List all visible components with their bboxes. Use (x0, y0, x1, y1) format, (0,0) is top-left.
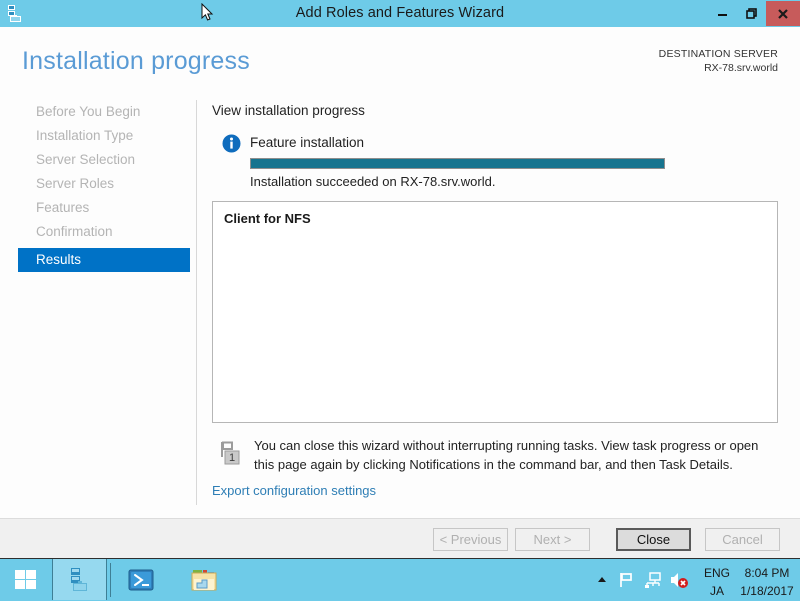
cancel-button[interactable]: Cancel (705, 528, 780, 551)
clock[interactable]: 8:04 PM 1/18/2017 (736, 559, 798, 600)
taskbar-item-file-explorer[interactable] (178, 559, 230, 600)
next-button[interactable]: Next > (515, 528, 590, 551)
results-list[interactable]: Client for NFS (212, 201, 778, 423)
taskbar: ENG JA 8:04 PM 1/18/2017 (0, 558, 800, 601)
wizard-window: Add Roles and Features Wizard Installati… (0, 0, 800, 559)
title-bar[interactable]: Add Roles and Features Wizard (0, 0, 800, 27)
sidebar-item-results[interactable]: Results (18, 248, 190, 272)
notification-flag-icon: 1 (219, 440, 246, 466)
sidebar-item-confirmation[interactable]: Confirmation (18, 220, 190, 244)
language-indicator[interactable]: ENG JA (696, 559, 738, 600)
sidebar-item-features[interactable]: Features (18, 196, 190, 220)
progress-bar-fill (251, 159, 664, 168)
language-secondary: JA (709, 584, 724, 598)
destination-server-name: RX-78.srv.world (704, 62, 778, 75)
progress-status-text: Installation succeeded on RX-78.srv.worl… (250, 174, 496, 189)
show-hidden-icons-icon[interactable] (592, 559, 612, 600)
list-item: Client for NFS (224, 211, 311, 226)
dialog-footer: < Previous Next > Close Cancel (0, 518, 800, 559)
close-button[interactable]: Close (616, 528, 691, 551)
sidebar-item-before-you-begin[interactable]: Before You Begin (18, 100, 190, 124)
info-icon (222, 134, 241, 153)
clock-time: 8:04 PM (744, 566, 790, 580)
export-configuration-settings-link[interactable]: Export configuration settings (212, 483, 376, 498)
volume-muted-icon[interactable] (668, 559, 690, 600)
language-primary: ENG (703, 566, 730, 580)
taskbar-item-server-manager[interactable] (52, 559, 107, 600)
destination-server-label: DESTINATION SERVER (658, 48, 778, 60)
sidebar-divider (196, 100, 197, 505)
start-button[interactable] (0, 559, 51, 600)
svg-text:1: 1 (229, 452, 235, 464)
sidebar-item-server-selection[interactable]: Server Selection (18, 148, 190, 172)
page-title: Installation progress (22, 47, 250, 75)
destination-server-block: DESTINATION SERVER RX-78.srv.world (659, 47, 778, 75)
maximize-button[interactable] (737, 1, 766, 26)
clock-date: 1/18/2017 (740, 584, 794, 598)
action-center-flag-icon[interactable] (616, 559, 638, 600)
notice-text: You can close this wizard without interr… (254, 438, 759, 472)
sidebar-item-server-roles[interactable]: Server Roles (18, 172, 190, 196)
wizard-navigation: Before You Begin Installation Type Serve… (0, 100, 196, 505)
section-label: View installation progress (212, 103, 365, 118)
taskbar-separator (110, 563, 111, 597)
previous-button[interactable]: < Previous (433, 528, 508, 551)
minimize-button[interactable] (708, 1, 737, 26)
close-window-button[interactable] (766, 1, 800, 26)
installation-type-label: Feature installation (250, 135, 365, 150)
sidebar-item-installation-type[interactable]: Installation Type (18, 124, 190, 148)
installation-progress-bar (250, 158, 665, 169)
taskbar-item-powershell[interactable] (115, 559, 167, 600)
network-icon[interactable] (642, 559, 664, 600)
window-title: Add Roles and Features Wizard (295, 5, 505, 21)
